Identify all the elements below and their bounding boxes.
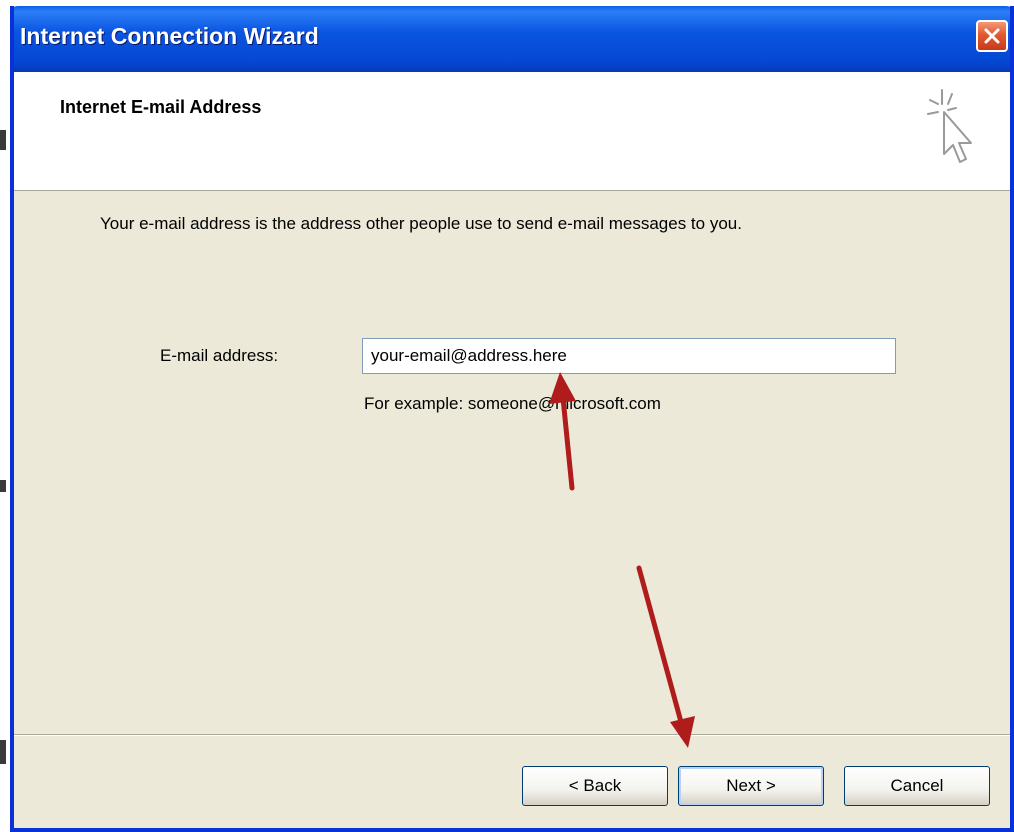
email-label: E-mail address: xyxy=(160,346,279,365)
page-title: Internet E-mail Address xyxy=(60,97,262,117)
background-mark xyxy=(0,740,6,764)
background-mark xyxy=(0,130,6,150)
wizard-cursor-icon xyxy=(927,89,972,163)
close-icon xyxy=(984,28,1000,44)
email-address-input[interactable] xyxy=(362,338,896,374)
close-button[interactable] xyxy=(976,20,1008,52)
next-button[interactable]: Next > xyxy=(678,766,824,806)
back-button[interactable]: < Back xyxy=(522,766,668,806)
header-panel: Internet E-mail Address xyxy=(14,72,1010,191)
wizard-window: Internet Connection Wizard Internet E-ma… xyxy=(10,6,1014,832)
instruction-text: Your e-mail address is the address other… xyxy=(100,214,742,233)
background-mark xyxy=(0,480,6,492)
cancel-button[interactable]: Cancel xyxy=(844,766,990,806)
email-example-text: For example: someone@microsoft.com xyxy=(364,394,661,413)
title-bar[interactable]: Internet Connection Wizard xyxy=(14,6,1010,72)
button-separator xyxy=(14,734,1010,736)
window-title: Internet Connection Wizard xyxy=(20,23,319,49)
